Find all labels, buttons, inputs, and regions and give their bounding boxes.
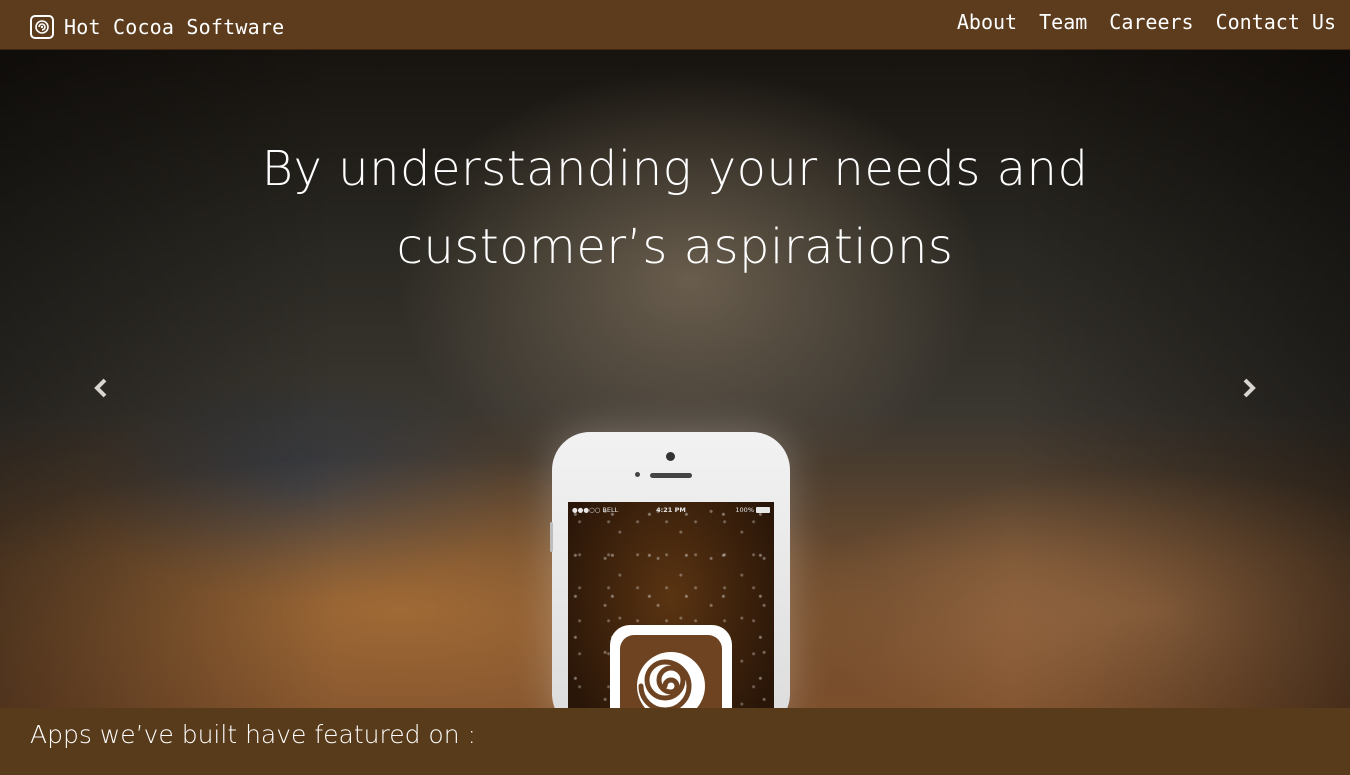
swirl-logo-icon [30, 15, 54, 39]
phone-speaker [650, 473, 692, 478]
nav-menu: About Team Careers Contact Us [957, 10, 1336, 34]
press-logo-4 [500, 766, 580, 775]
headline-line-1: By understanding your needs and [261, 141, 1089, 197]
phone-camera [666, 452, 675, 461]
press-logo-1 [40, 766, 250, 775]
nav-team[interactable]: Team [1039, 10, 1087, 34]
navbar: Hot Cocoa Software About Team Careers Co… [0, 0, 1350, 50]
app-icon-inner [620, 635, 722, 708]
status-battery: 100% [735, 506, 754, 514]
nav-contact-us[interactable]: Contact Us [1216, 10, 1336, 34]
press-logo-times-of-india [688, 766, 1093, 775]
phone-image: ●●●○○ BELL 4:21 PM 100% [550, 432, 790, 708]
press-logo-3 [366, 766, 462, 775]
nav-about[interactable]: About [957, 10, 1017, 34]
press-logos [0, 766, 1350, 775]
headline-line-2: customer’s aspirations [396, 219, 954, 275]
press-logo-2 [280, 766, 330, 775]
phone-status-bar: ●●●○○ BELL 4:21 PM 100% [568, 506, 774, 518]
phone-sensor [635, 472, 640, 477]
hero-headline: By understanding your needs and customer… [0, 130, 1350, 286]
battery-icon [756, 507, 770, 513]
press-logo-yocircle [1112, 766, 1302, 775]
swirl-icon [637, 652, 705, 708]
phone-screen: ●●●○○ BELL 4:21 PM 100% [568, 502, 774, 708]
featured-title: Apps we’ve built have featured on : [30, 720, 476, 749]
brand-link[interactable]: Hot Cocoa Software [30, 15, 284, 39]
carousel-next-icon[interactable] [1237, 376, 1261, 406]
carousel-prev-icon[interactable] [89, 376, 113, 406]
brand-name: Hot Cocoa Software [64, 15, 285, 39]
phone-side-button [550, 522, 553, 552]
app-icon [610, 625, 732, 708]
hero-carousel: By understanding your needs and customer… [0, 50, 1350, 708]
featured-section: Apps we’ve built have featured on : [0, 708, 1350, 775]
nav-careers[interactable]: Careers [1109, 10, 1193, 34]
